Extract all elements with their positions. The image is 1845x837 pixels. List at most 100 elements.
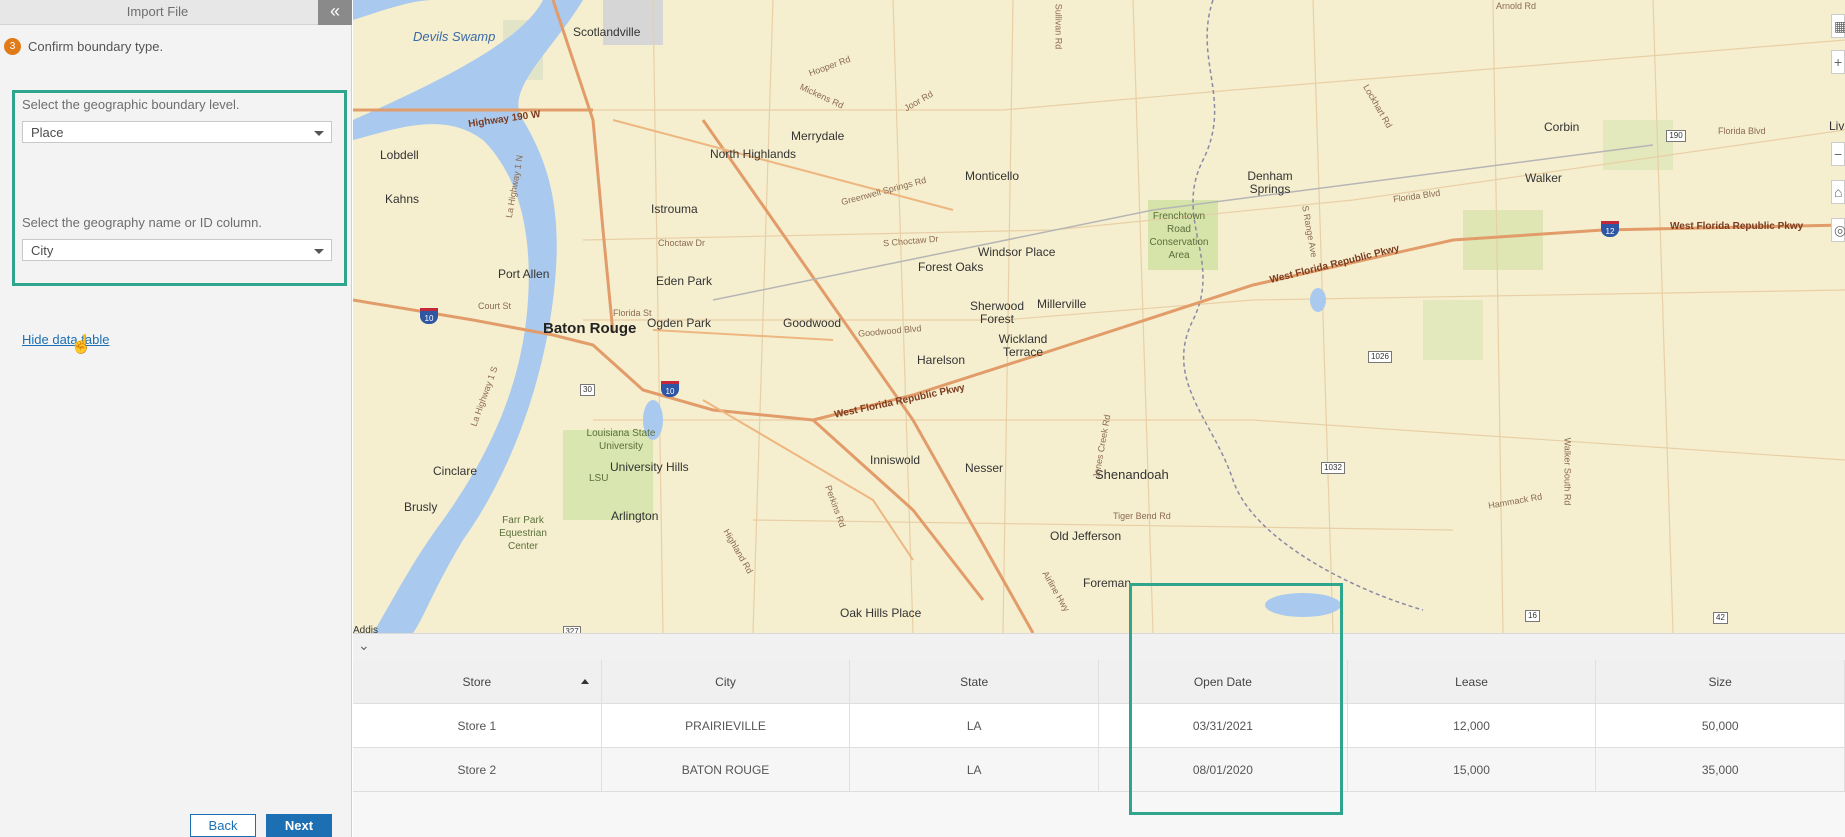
table-cell: Store 1 — [353, 704, 602, 747]
map-label-place: Arlington — [611, 509, 659, 523]
map-label-place: Goodwood — [783, 316, 842, 330]
table-cell: 35,000 — [1596, 748, 1845, 791]
grid-icon[interactable]: ▦ — [1831, 14, 1845, 38]
hand-cursor-icon: ☝ — [70, 334, 93, 354]
map-label-road: Choctaw Dr — [658, 238, 706, 248]
river-fragment — [353, 0, 433, 20]
hide-data-table-link[interactable]: Hide data table — [22, 332, 109, 347]
column-header-size[interactable]: Size — [1596, 660, 1845, 703]
map-label-road: Tiger Bend Rd — [1113, 511, 1171, 521]
interstate-shield: 10 — [661, 381, 679, 397]
map-label-place: Merrydale — [791, 129, 845, 143]
minor-roads — [582, 0, 1845, 633]
map-label-place: Ogden Park — [647, 316, 712, 330]
map-label-place: Shenandoah — [1095, 467, 1169, 482]
map-label-place: Harelson — [917, 353, 966, 367]
sort-ascending-icon — [580, 679, 589, 684]
map-label-place: Walker — [1525, 171, 1562, 185]
map-label-place: Monticello — [965, 169, 1020, 183]
boundary-level-select[interactable]: Place — [22, 121, 332, 143]
map-label-road: Court St — [478, 301, 512, 311]
home-icon[interactable]: ⌂ — [1831, 180, 1845, 204]
map-label-water: Devils Swamp — [413, 29, 496, 44]
geography-column-select[interactable]: City — [22, 239, 332, 261]
table-cell: 08/01/2020 — [1099, 748, 1348, 791]
map-label-road: Sullivan Rd — [1053, 3, 1064, 50]
table-cell: 12,000 — [1348, 704, 1597, 747]
minus-icon[interactable]: − — [1831, 142, 1845, 166]
map-label-place: Nesser — [965, 461, 1004, 475]
interstate-shield: 12 — [1601, 221, 1619, 237]
park-area — [1423, 300, 1483, 360]
map-label-place: Addis — [353, 625, 379, 633]
table-toolbar: ⌄ — [353, 633, 1845, 660]
route-shield: 30 — [580, 384, 595, 396]
plus-icon[interactable]: + — [1831, 50, 1845, 74]
map-label-place: Millerville — [1037, 297, 1087, 311]
map-label-place: Scotlandville — [573, 25, 641, 39]
step-number-badge: 3 — [4, 38, 21, 55]
map-label-place: Sherwood Forest — [969, 299, 1025, 326]
map-label-place: Inniswold — [870, 453, 921, 467]
map-label-place: Eden Park — [656, 274, 713, 288]
map-label-place: Wickland Terrace — [998, 332, 1048, 359]
boundary-level-label: Select the geographic boundary level. — [22, 97, 240, 112]
table-header-row: Store City State Open Date Lease Size — [353, 660, 1845, 704]
map-label-place: Kahns — [385, 192, 420, 206]
map-label-place: Istrouma — [651, 202, 698, 216]
map-label-place: North Highlands — [710, 147, 797, 161]
next-button[interactable]: Next — [266, 814, 332, 837]
map-label-park: Farr Park Equestrian Center — [499, 515, 547, 552]
table-cell: 03/31/2021 — [1099, 704, 1348, 747]
collapse-panel-button[interactable]: « — [318, 0, 352, 25]
map-view[interactable]: Devils Swamp Scotlandville Merrydale Nor… — [353, 0, 1845, 633]
map-label-place: Port Allen — [498, 267, 550, 281]
map-label-road: Florida St — [613, 308, 652, 318]
column-header-label: Size — [1708, 674, 1732, 689]
column-header-store[interactable]: Store — [353, 660, 602, 703]
panel-title: Import File — [126, 4, 189, 19]
data-table: Store City State Open Date Lease Size St… — [353, 660, 1845, 837]
double-chevron-left-icon: « — [329, 1, 340, 21]
back-button[interactable]: Back — [190, 814, 256, 837]
route-shield: 1032 — [1321, 462, 1345, 474]
column-header-state[interactable]: State — [850, 660, 1100, 703]
lake — [1265, 593, 1341, 617]
map-label-place: Lobdell — [380, 148, 419, 162]
locate-icon[interactable]: ◎ — [1831, 218, 1845, 242]
boundary-level-value: Place — [31, 125, 64, 140]
column-header-lease[interactable]: Lease — [1348, 660, 1597, 703]
map-label-road: Arnold Rd — [1496, 1, 1537, 11]
table-cell: BATON ROUGE — [602, 748, 851, 791]
table-row[interactable]: Store 2 BATON ROUGE LA 08/01/2020 15,000… — [353, 748, 1845, 792]
import-panel: Import File « 3 Confirm boundary type. S… — [0, 0, 352, 837]
caret-down-icon — [314, 249, 324, 254]
table-row[interactable]: Store 1 PRAIRIEVILLE LA 03/31/2021 12,00… — [353, 704, 1845, 748]
table-cell: PRAIRIEVILLE — [602, 704, 851, 747]
map-label-park: LSU — [589, 473, 609, 484]
map-label-place: Liv — [1829, 119, 1845, 133]
step-title: Confirm boundary type. — [28, 39, 164, 54]
map-label-park: Frenchtown Road Conservation Area — [1149, 211, 1209, 261]
table-cell: 50,000 — [1596, 704, 1845, 747]
lake — [1310, 288, 1326, 312]
column-header-city[interactable]: City — [602, 660, 851, 703]
map-label-park: Louisiana State University — [586, 428, 656, 452]
column-header-open-date[interactable]: Open Date — [1099, 660, 1348, 703]
column-header-label: Lease — [1455, 674, 1488, 689]
caret-down-icon — [314, 131, 324, 136]
double-chevron-down-icon[interactable]: ⌄ — [358, 637, 370, 654]
map-label-place: Corbin — [1544, 120, 1580, 134]
interstate-shield: 10 — [420, 308, 438, 324]
route-shield: 1026 — [1368, 351, 1392, 363]
geography-column-label: Select the geography name or ID column. — [22, 215, 262, 230]
route-shield: 190 — [1666, 130, 1686, 142]
route-shield: 16 — [1525, 610, 1540, 622]
map-label-place: Oak Hills Place — [840, 606, 922, 620]
geography-column-value: City — [31, 243, 54, 258]
map-label-place: Denham Springs — [1247, 169, 1293, 196]
column-header-label: Open Date — [1193, 674, 1252, 689]
table-cell: LA — [850, 748, 1100, 791]
column-header-label: City — [715, 674, 736, 689]
route-shield: 42 — [1713, 612, 1728, 624]
